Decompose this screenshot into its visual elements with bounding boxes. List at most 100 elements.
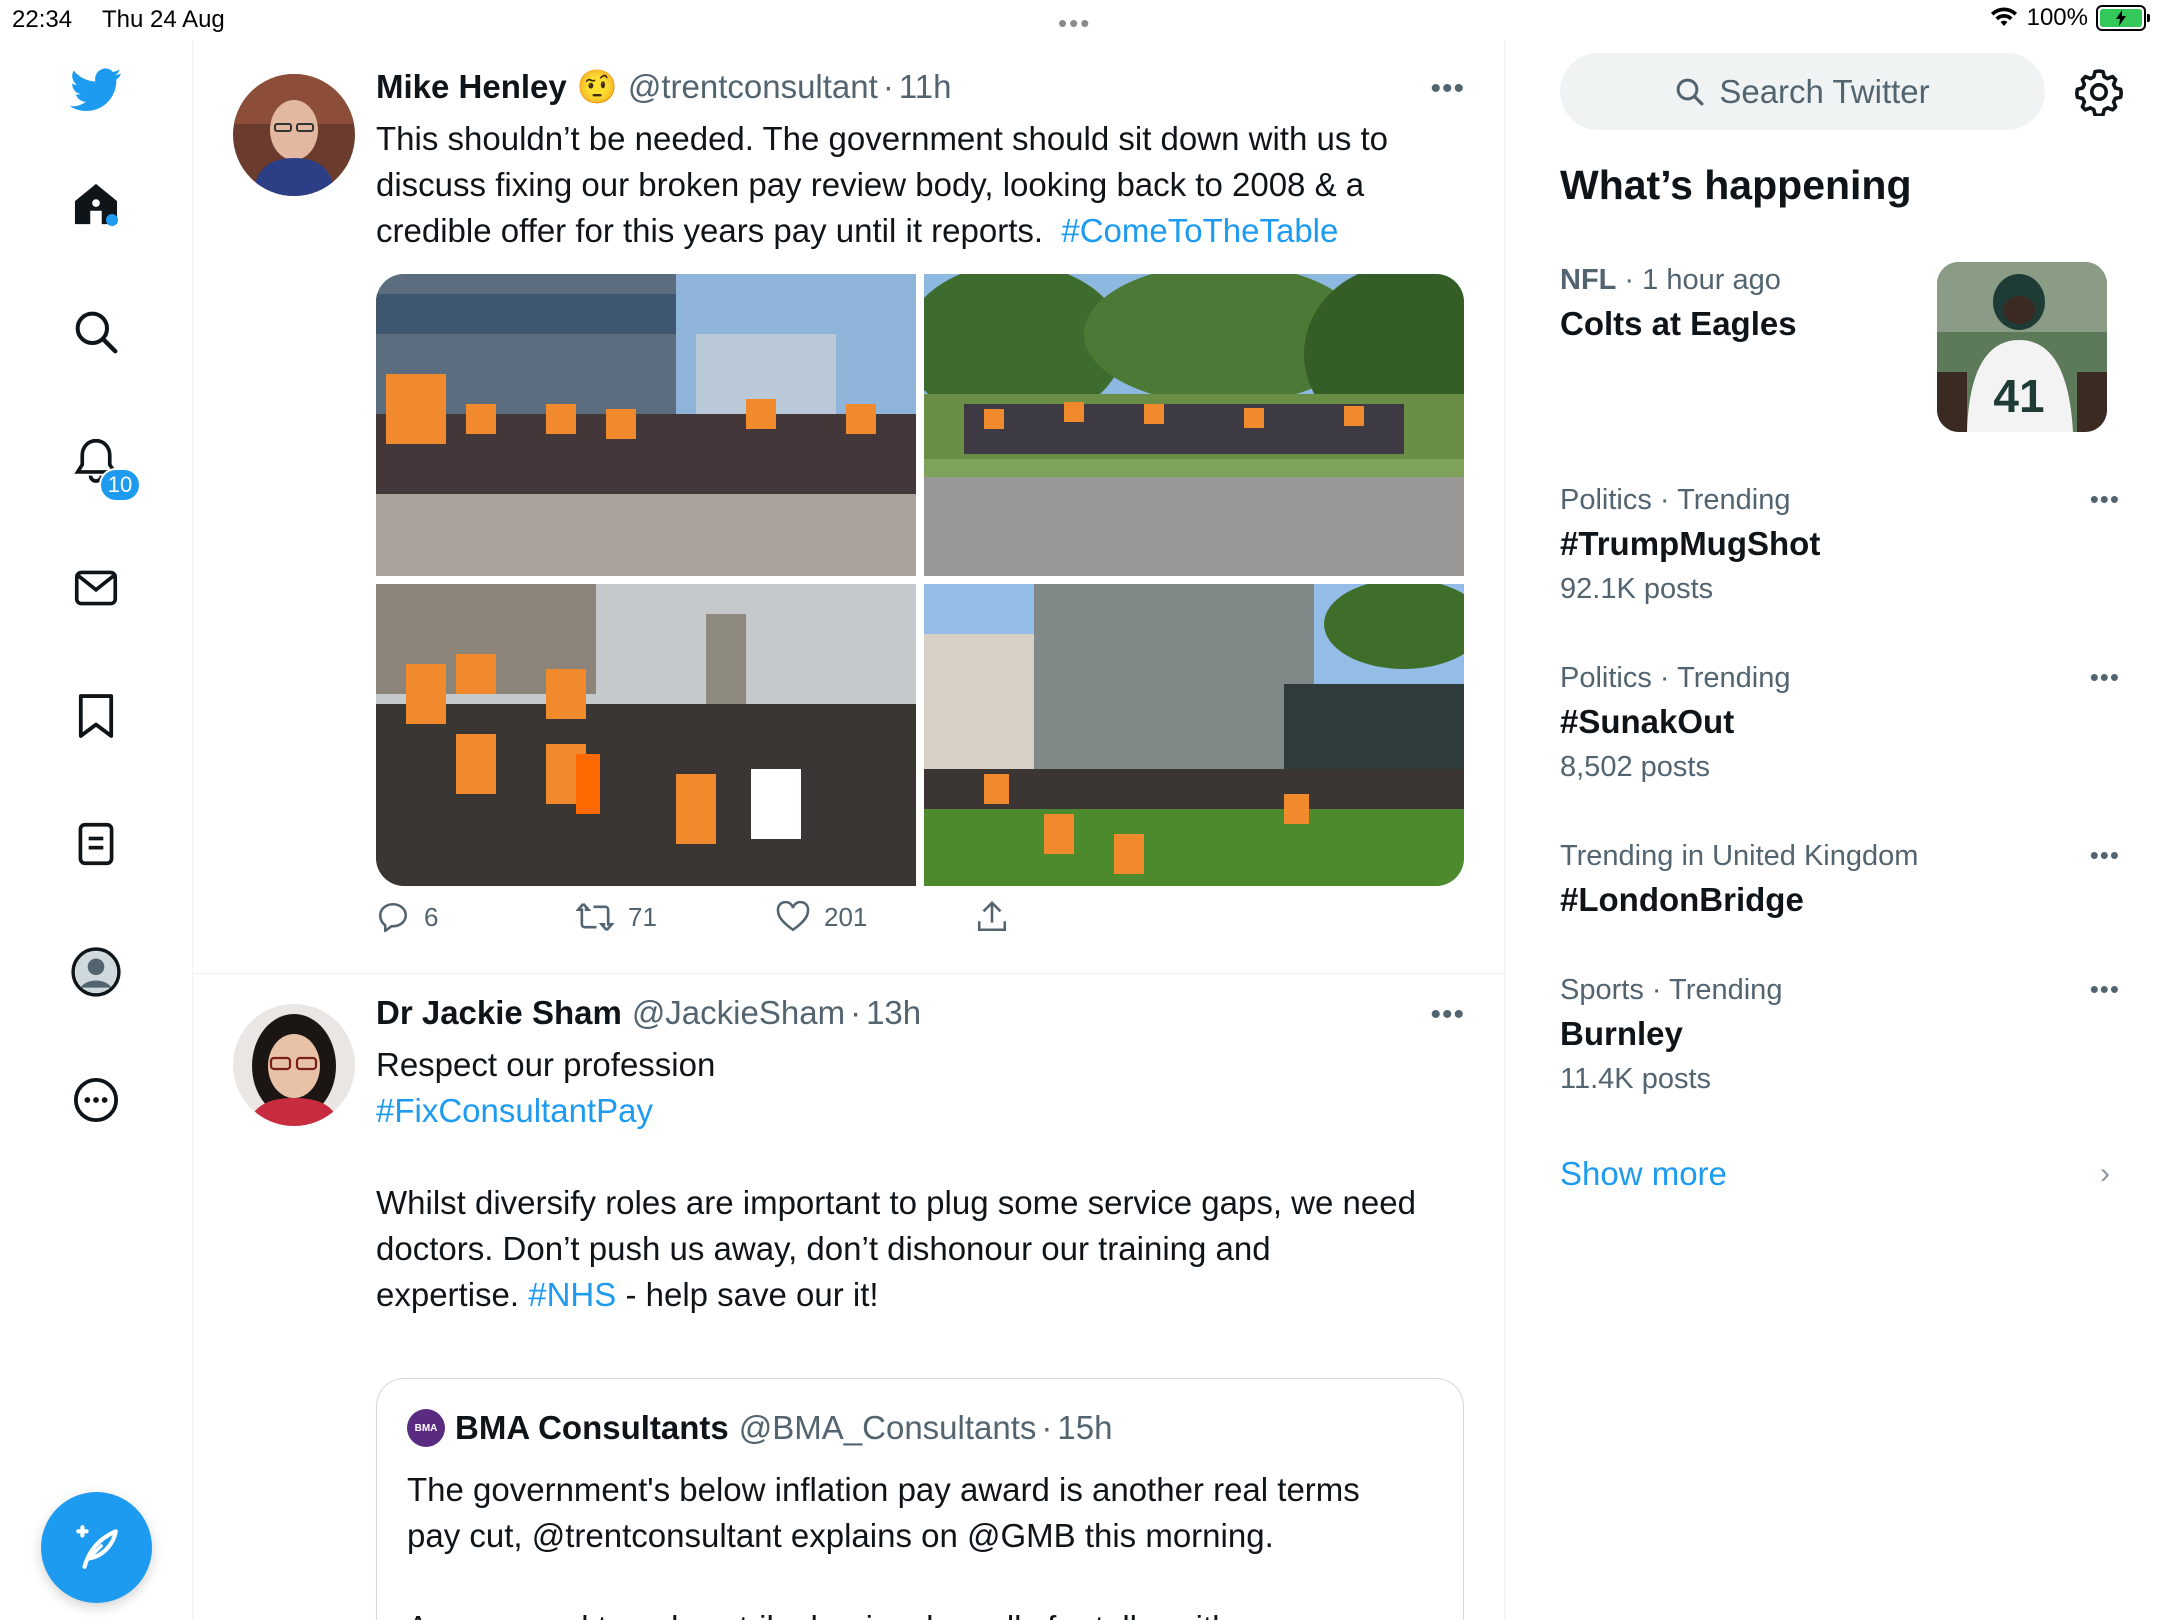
twitter-logo-icon[interactable]	[70, 64, 122, 116]
author-name[interactable]: Mike Henley	[376, 68, 567, 106]
search-input[interactable]: Search Twitter	[1560, 53, 2045, 130]
home-unread-dot	[106, 214, 118, 226]
trend-category: Trending in United Kingdom	[1560, 840, 1919, 872]
trend-post-count: 8,502 posts	[1560, 751, 1710, 783]
avatar[interactable]	[233, 74, 355, 196]
like-button[interactable]: 201	[776, 901, 976, 933]
bma-logo-avatar[interactable]: BMA	[407, 1409, 445, 1447]
tweet-more-icon[interactable]: •••	[1430, 72, 1465, 106]
trend-item[interactable]: Politics · Trending #SunakOut 8,502 post…	[1560, 662, 2120, 784]
reply-button[interactable]: 6	[376, 900, 576, 934]
trend-item[interactable]: Trending in United Kingdom #LondonBridge…	[1560, 840, 2120, 919]
reply-count: 6	[424, 901, 439, 932]
profile-icon[interactable]	[70, 946, 122, 998]
compose-tweet-button[interactable]	[41, 1492, 152, 1603]
author-name[interactable]: Dr Jackie Sham	[376, 994, 622, 1032]
separator-dot: ·	[1041, 1409, 1053, 1446]
svg-text:41: 41	[1993, 370, 2044, 422]
multitasking-dots[interactable]: •••	[1058, 8, 1091, 39]
trend-category: Politics · Trending	[1560, 662, 1791, 694]
trend-timestamp: 1 hour ago	[1642, 264, 1781, 296]
quoted-author-handle[interactable]: @BMA_Consultants	[739, 1409, 1037, 1447]
tweet[interactable]: Mike Henley 🤨 @trentconsultant · 11h •••…	[193, 40, 1505, 974]
trend-post-count: 92.1K posts	[1560, 573, 1714, 605]
chevron-right-icon: ›	[2100, 1157, 2110, 1190]
trend-more-icon[interactable]: •••	[2090, 662, 2120, 693]
tweet-text-line: doctors. Don’t push us away, don’t disho…	[376, 1230, 1271, 1267]
hashtag-link[interactable]: #NHS	[528, 1276, 616, 1313]
trend-name: Burnley	[1560, 1015, 1683, 1052]
mail-icon[interactable]	[70, 562, 122, 614]
tweet-more-icon[interactable]: •••	[1430, 998, 1465, 1032]
tweet-text: This shouldn’t be needed. The government…	[376, 116, 1456, 254]
show-more-link[interactable]: Show more ›	[1560, 1155, 2120, 1193]
trend-name: #LondonBridge	[1560, 881, 1804, 918]
quoted-text-line: The government's below inflation pay awa…	[407, 1471, 1360, 1508]
trend-post-count: 11.4K posts	[1560, 1063, 1712, 1095]
show-more-label: Show more	[1560, 1155, 1727, 1192]
trend-more-icon[interactable]: •••	[2090, 484, 2120, 515]
tweet-time[interactable]: 13h	[866, 994, 921, 1032]
timeline-feed: Mike Henley 🤨 @trentconsultant · 11h •••…	[193, 40, 1505, 1620]
status-bar: 22:34 Thu 24 Aug ••• 100%	[0, 0, 2160, 40]
quoted-text-line: pay cut, @trentconsultant explains on @G…	[407, 1517, 1274, 1554]
separator-dot: ·	[882, 68, 894, 105]
tweet[interactable]: Dr Jackie Sham @JackieSham · 13h ••• Res…	[193, 974, 1505, 1620]
settings-gear-icon[interactable]	[2075, 68, 2123, 118]
trend-more-icon[interactable]: •••	[2090, 974, 2120, 1005]
trend-more-icon[interactable]: •••	[2090, 840, 2120, 871]
more-icon[interactable]	[70, 1074, 122, 1126]
share-icon	[977, 901, 1007, 932]
avatar[interactable]	[233, 1004, 355, 1126]
reply-icon	[378, 902, 408, 933]
status-time: 22:34	[12, 6, 73, 33]
hashtag-link[interactable]: #FixConsultantPay	[376, 1088, 1456, 1134]
tweet-text-line: Respect our profession	[376, 1046, 716, 1083]
list-icon[interactable]	[70, 818, 122, 870]
quoted-tweet-time: 15h	[1057, 1409, 1113, 1446]
quoted-author-name[interactable]: BMA Consultants	[455, 1409, 729, 1447]
tweet-time[interactable]: 11h	[899, 68, 952, 106]
search-icon[interactable]	[70, 306, 122, 358]
tweet-text-line: - help save our it!	[625, 1276, 879, 1313]
tweet-photo[interactable]	[924, 584, 1464, 886]
status-date: Thu 24 Aug	[102, 6, 225, 33]
quoted-tweet-text: The government's below inflation pay awa…	[407, 1467, 1437, 1620]
tweet-text: Respect our profession #FixConsultantPay…	[376, 1042, 1456, 1318]
battery-icon	[2096, 5, 2150, 31]
trend-name: #SunakOut	[1560, 703, 1735, 740]
search-icon	[1676, 78, 1704, 105]
tweet-text-line: Whilst diversify roles are important to …	[376, 1184, 1416, 1221]
quoted-tweet-header: BMA BMA Consultants @BMA_Consultants · 1…	[407, 1409, 1112, 1447]
retweet-button[interactable]: 71	[576, 900, 776, 934]
tweet-photo[interactable]	[924, 274, 1464, 576]
trend-item[interactable]: Sports · Trending Burnley 11.4K posts ••…	[1560, 974, 2120, 1096]
tweet-photo[interactable]	[376, 584, 916, 886]
notifications-badge: 10	[99, 468, 141, 502]
hashtag-link[interactable]: #ComeToTheTable	[1061, 212, 1338, 249]
tweet-header: Mike Henley 🤨 @trentconsultant · 11h	[376, 68, 1465, 107]
tweet-photo[interactable]	[376, 274, 916, 576]
tweet-actions: 6 71 201	[376, 900, 1176, 934]
trend-name: #TrumpMugShot	[1560, 525, 1821, 562]
trend-thumbnail[interactable]: 41	[1937, 262, 2107, 432]
share-button[interactable]	[976, 900, 1176, 934]
author-handle[interactable]: @trentconsultant	[628, 68, 878, 106]
separator-dot: ·	[850, 994, 862, 1031]
tweet-header: Dr Jackie Sham @JackieSham · 13h	[376, 994, 1465, 1032]
trend-item[interactable]: Politics · Trending #TrumpMugShot 92.1K …	[1560, 484, 2120, 606]
tweet-text-line: discuss fixing our broken pay review bod…	[376, 166, 1365, 203]
quoted-text-line: As a second two-day strike begins, he ca…	[407, 1605, 1437, 1620]
heart-icon	[776, 901, 810, 932]
right-sidebar: Search Twitter What’s happening NFL · 1 …	[1505, 40, 2160, 1620]
status-indicators: 100%	[1989, 4, 2150, 32]
author-emoji: 🤨	[576, 68, 618, 105]
quoted-tweet[interactable]: BMA BMA Consultants @BMA_Consultants · 1…	[376, 1378, 1464, 1620]
battery-percent: 100%	[2026, 4, 2088, 31]
bookmark-icon[interactable]	[70, 690, 122, 742]
tweet-text-line: expertise.	[376, 1276, 520, 1313]
retweet-icon	[576, 902, 614, 932]
author-handle[interactable]: @JackieSham	[632, 994, 845, 1032]
trend-category: NFL	[1560, 264, 1617, 296]
trend-category: Politics · Trending	[1560, 484, 1791, 516]
